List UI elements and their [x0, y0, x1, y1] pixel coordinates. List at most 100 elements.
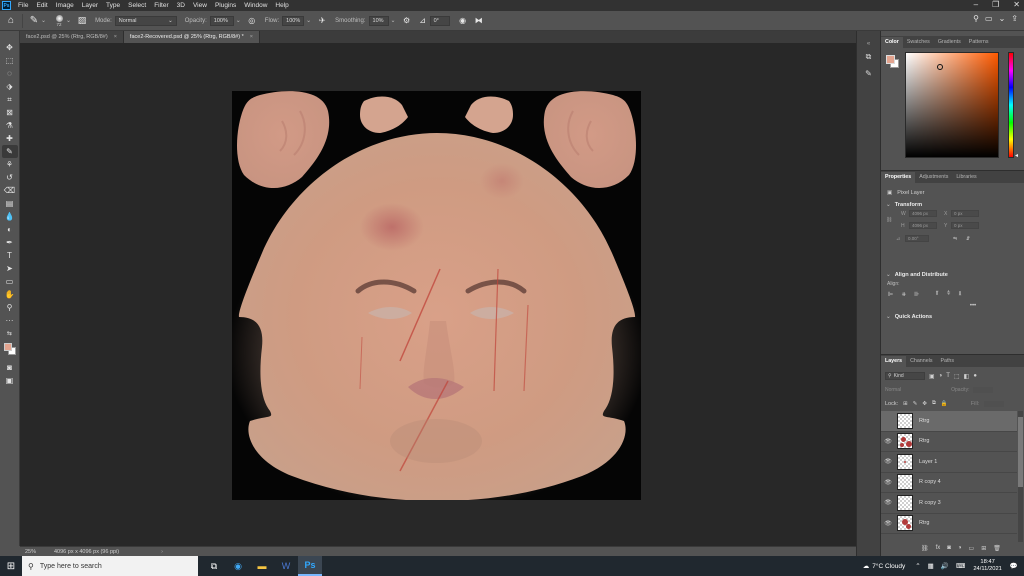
restore-icon[interactable]: ❐	[992, 0, 999, 9]
menu-layer[interactable]: Layer	[78, 2, 102, 9]
y-field[interactable]: 0 px	[951, 222, 979, 229]
flow-field[interactable]: 100%	[282, 15, 305, 26]
align-left-edges-icon[interactable]: ⊫	[888, 291, 893, 298]
color-picker-ring[interactable]	[937, 64, 943, 70]
brush-size-picker[interactable]: 72	[52, 14, 66, 28]
fill-field[interactable]	[984, 400, 1005, 407]
layer-style-icon[interactable]: fx	[936, 545, 941, 552]
photoshop-logo-icon[interactable]: Ps	[2, 1, 11, 10]
height-field[interactable]: 4096 px	[909, 222, 937, 229]
symmetry-butterfly-icon[interactable]: ⧓	[472, 14, 486, 28]
menu-select[interactable]: Select	[124, 2, 150, 9]
blend-mode-value[interactable]: Normal	[885, 387, 901, 393]
eye-icon[interactable]: 👁	[881, 520, 895, 527]
menu-filter[interactable]: Filter	[150, 2, 172, 9]
new-layer-icon[interactable]: ⊞	[981, 545, 986, 552]
brush-tool-icon[interactable]: ✎	[1, 145, 18, 158]
screen-mode-icon[interactable]: ▣	[2, 374, 18, 387]
weather-widget[interactable]: ☁ 7°C Cloudy	[863, 562, 905, 571]
delete-layer-icon[interactable]: 🗑	[993, 545, 1001, 552]
layer-row[interactable]: 👁 Layer 1	[881, 452, 1017, 473]
tab-patterns[interactable]: Patterns	[965, 37, 993, 48]
align-vertical-centers-icon[interactable]: ⫩	[947, 291, 950, 298]
adjustment-layer-icon[interactable]: ◑	[958, 545, 962, 552]
brush-settings-icon[interactable]: ✎	[862, 67, 876, 79]
opacity-chevron-icon[interactable]: ⌄	[236, 17, 241, 24]
marquee-tool-icon[interactable]: ⬚	[2, 54, 18, 67]
quick-mask-icon[interactable]: ◙	[2, 361, 18, 374]
shape-filter-icon[interactable]: ⬚	[954, 373, 960, 380]
eraser-tool-icon[interactable]: ⌫	[2, 184, 18, 197]
taskbar-search[interactable]: ⚲ Type here to search	[22, 556, 198, 576]
lock-all-icon[interactable]: 🔒	[941, 401, 948, 407]
airbrush-icon[interactable]: ✈	[315, 14, 329, 28]
type-tool-icon[interactable]: T	[2, 249, 18, 262]
clone-stamp-tool-icon[interactable]: ⚘	[2, 158, 18, 171]
tab-face2-recovered[interactable]: face2-Recovered.psd @ 25% (Rtrg, RGB/8#)…	[123, 31, 260, 43]
smoothing-options-gear-icon[interactable]: ⚙	[400, 14, 414, 28]
more-tools-icon[interactable]: ···	[2, 314, 18, 327]
language-icon[interactable]: ⌨	[956, 562, 965, 570]
menu-view[interactable]: View	[189, 2, 211, 9]
lasso-tool-icon[interactable]: ◌	[2, 67, 18, 80]
menu-edit[interactable]: Edit	[32, 2, 51, 9]
menu-3d[interactable]: 3D	[173, 2, 189, 9]
pen-tool-icon[interactable]: ✒	[2, 236, 18, 249]
dodge-tool-icon[interactable]: ◐	[2, 223, 18, 236]
tab-gradients[interactable]: Gradients	[934, 37, 965, 48]
path-selection-tool-icon[interactable]: ➤	[2, 262, 18, 275]
layer-row[interactable]: 👁 R copy 4	[881, 473, 1017, 493]
layer-row[interactable]: 👁 Rtrg	[881, 514, 1017, 534]
menu-help[interactable]: Help	[271, 2, 292, 9]
layer-row[interactable]: Rtrg	[881, 411, 1017, 432]
opacity-field[interactable]	[973, 387, 994, 393]
menu-plugins[interactable]: Plugins	[211, 2, 240, 9]
smart-object-filter-icon[interactable]: ◧	[964, 373, 970, 380]
network-icon[interactable]: ▦	[928, 562, 934, 570]
scrollbar-thumb[interactable]	[1018, 417, 1023, 487]
swap-colors-icon[interactable]: ⇆	[2, 327, 18, 340]
menu-type[interactable]: Type	[102, 2, 124, 9]
canvas-area[interactable]	[20, 43, 856, 546]
width-field[interactable]: 4096 px	[909, 210, 937, 217]
edge-browser-icon[interactable]: ◉	[226, 556, 250, 576]
layer-kind-select[interactable]: ⚲ Kind	[885, 372, 925, 380]
clock[interactable]: 18:47 24/11/2021	[967, 559, 1010, 573]
align-bottom-edges-icon[interactable]: ⫫	[958, 291, 961, 298]
layer-row[interactable]: 👁 Rtrg	[881, 432, 1017, 452]
x-field[interactable]: 0 px	[951, 210, 979, 217]
lock-transparent-icon[interactable]: ⊞	[903, 401, 908, 407]
tab-layers[interactable]: Layers	[881, 356, 907, 367]
align-right-edges-icon[interactable]: ⊪	[914, 291, 919, 298]
hue-slider[interactable]	[1008, 52, 1014, 158]
lock-artboard-icon[interactable]: ⧉	[932, 400, 936, 407]
menu-file[interactable]: File	[14, 2, 32, 9]
frame-tool-icon[interactable]: ⊠	[2, 106, 18, 119]
tab-channels[interactable]: Channels	[906, 356, 936, 367]
brush-settings-panel-icon[interactable]: ▨	[75, 14, 89, 28]
close-icon[interactable]: ✕	[1013, 0, 1020, 9]
hand-tool-icon[interactable]: ✋	[2, 288, 18, 301]
gradient-tool-icon[interactable]: ▤	[2, 197, 18, 210]
history-panel-icon[interactable]: ⧉	[862, 51, 876, 63]
new-group-icon[interactable]: ▭	[969, 545, 975, 552]
hue-slider-arrow-icon[interactable]: ◂	[1015, 152, 1018, 159]
tab-properties[interactable]: Properties	[881, 172, 916, 183]
brush-size-chevron-icon[interactable]: ⌄	[66, 17, 71, 24]
link-dimensions-icon[interactable]: ⛓	[886, 217, 892, 223]
share-icon[interactable]: ⇪	[1011, 14, 1018, 23]
lock-position-icon[interactable]: ✥	[922, 401, 927, 407]
flow-chevron-icon[interactable]: ⌄	[306, 17, 311, 24]
transform-section-header[interactable]: ⌄ Transform	[881, 202, 1024, 208]
home-icon[interactable]: ⌂	[4, 14, 18, 28]
pixel-filter-icon[interactable]: ▣	[929, 373, 935, 380]
brush-angle-field[interactable]: 0°	[429, 15, 450, 26]
smoothing-chevron-icon[interactable]: ⌄	[391, 17, 396, 24]
type-filter-icon[interactable]: T	[946, 373, 950, 379]
workspace-icon[interactable]: ▭	[985, 14, 993, 23]
move-tool-icon[interactable]: ✥	[2, 41, 18, 54]
tab-close-icon[interactable]: ×	[114, 34, 117, 40]
search-icon[interactable]: ⚲	[973, 14, 979, 23]
tray-overflow-icon[interactable]: ⌃	[915, 562, 920, 570]
angle-field[interactable]: 0.00°	[905, 235, 929, 242]
